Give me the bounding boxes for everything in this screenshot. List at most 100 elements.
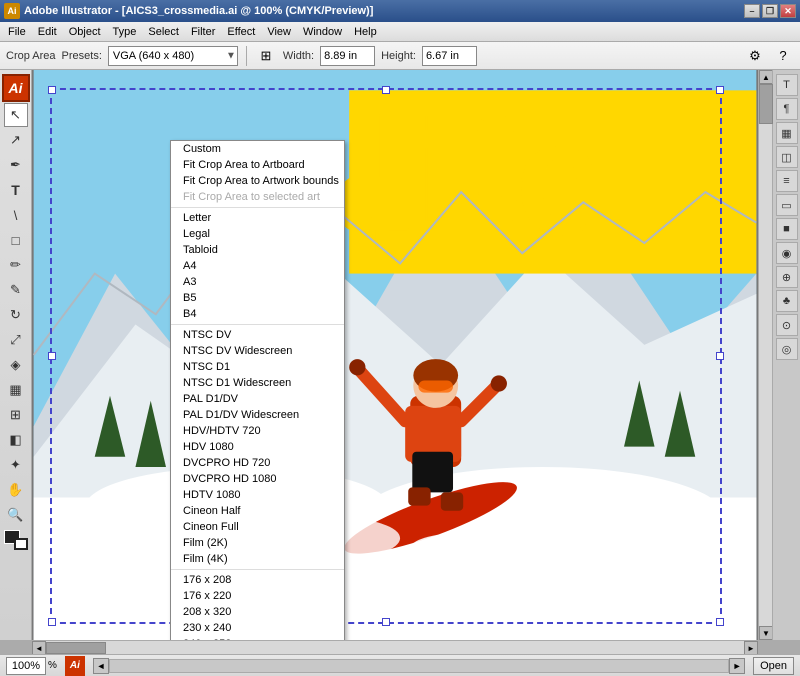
dropdown-item[interactable]: 208 x 320 bbox=[171, 604, 344, 620]
dropdown-item[interactable]: 176 x 220 bbox=[171, 588, 344, 604]
scroll-thumb-h[interactable] bbox=[46, 642, 106, 654]
menu-type[interactable]: Type bbox=[107, 24, 143, 40]
rotate-tool[interactable]: ↻ bbox=[4, 303, 28, 327]
menu-view[interactable]: View bbox=[261, 24, 297, 40]
eyedropper-tool[interactable]: ✦ bbox=[4, 453, 28, 477]
dropdown-item[interactable]: B5 bbox=[171, 290, 344, 306]
menu-select[interactable]: Select bbox=[142, 24, 185, 40]
presets-select[interactable]: VGA (640 x 480) bbox=[108, 46, 238, 66]
scroll-up-button[interactable]: ▲ bbox=[759, 70, 773, 84]
right-panel-plus-icon[interactable]: ⊕ bbox=[776, 266, 798, 288]
dropdown-item[interactable]: Letter bbox=[171, 210, 344, 226]
menu-file[interactable]: File bbox=[2, 24, 32, 40]
menu-help[interactable]: Help bbox=[348, 24, 383, 40]
column-graph-tool[interactable]: ▦ bbox=[4, 378, 28, 402]
dropdown-item[interactable]: B4 bbox=[171, 306, 344, 322]
dropdown-item[interactable]: A3 bbox=[171, 274, 344, 290]
right-panel-paragraph-icon[interactable]: ¶ bbox=[776, 98, 798, 120]
dropdown-item[interactable]: NTSC DV bbox=[171, 327, 344, 343]
dropdown-item[interactable]: 240 x 252 bbox=[171, 636, 344, 640]
paintbrush-tool[interactable]: ✏ bbox=[4, 253, 28, 277]
dropdown-item[interactable]: Cineon Full bbox=[171, 519, 344, 535]
dropdown-item[interactable]: NTSC DV Widescreen bbox=[171, 343, 344, 359]
width-input[interactable] bbox=[320, 46, 375, 66]
dropdown-item[interactable]: 230 x 240 bbox=[171, 620, 344, 636]
scroll-track-h[interactable] bbox=[46, 641, 744, 654]
scroll-down-button[interactable]: ▼ bbox=[759, 626, 773, 640]
dropdown-item[interactable]: Custom bbox=[171, 141, 344, 157]
scroll-right-button[interactable]: ► bbox=[744, 641, 758, 655]
menu-filter[interactable]: Filter bbox=[185, 24, 221, 40]
crop-icon-button[interactable]: ⊞ bbox=[255, 45, 277, 67]
window-controls: – ❐ ✕ bbox=[744, 4, 796, 18]
status-scroll-track[interactable] bbox=[109, 659, 729, 673]
close-button[interactable]: ✕ bbox=[780, 4, 796, 18]
right-panel-layers-icon[interactable]: ◎ bbox=[776, 338, 798, 360]
info-icon-button[interactable]: ? bbox=[772, 45, 794, 67]
menu-window[interactable]: Window bbox=[297, 24, 348, 40]
dropdown-item[interactable]: DVCPRO HD 720 bbox=[171, 455, 344, 471]
dropdown-item[interactable]: Cineon Half bbox=[171, 503, 344, 519]
right-panel-align-icon[interactable]: ▭ bbox=[776, 194, 798, 216]
hand-tool[interactable]: ✋ bbox=[4, 478, 28, 502]
scroll-left-button[interactable]: ◄ bbox=[32, 641, 46, 655]
type-tool[interactable]: T bbox=[4, 178, 28, 202]
dropdown-item[interactable]: DVCPRO HD 1080 bbox=[171, 471, 344, 487]
rectangle-tool[interactable]: □ bbox=[4, 228, 28, 252]
dropdown-item[interactable]: Film (4K) bbox=[171, 551, 344, 567]
dropdown-item[interactable]: A4 bbox=[171, 258, 344, 274]
right-panel-club-icon[interactable]: ♣ bbox=[776, 290, 798, 312]
dropdown-item[interactable]: Tabloid bbox=[171, 242, 344, 258]
dropdown-item[interactable]: NTSC D1 bbox=[171, 359, 344, 375]
dropdown-item[interactable]: HDV 1080 bbox=[171, 439, 344, 455]
right-panel-table-icon[interactable]: ▦ bbox=[776, 122, 798, 144]
selection-tool[interactable]: ↖ bbox=[4, 103, 28, 127]
blend-tool[interactable]: ◈ bbox=[4, 353, 28, 377]
canvas-area[interactable]: life life quo bbox=[32, 70, 758, 640]
zoom-tool[interactable]: 🔍 bbox=[4, 503, 28, 527]
dropdown-item[interactable]: PAL D1/DV bbox=[171, 391, 344, 407]
crop-area-label: Crop Area bbox=[6, 50, 56, 62]
scale-tool[interactable]: ⤢ bbox=[4, 328, 28, 352]
status-scroll-right-btn[interactable]: ► bbox=[729, 658, 745, 674]
dropdown-item[interactable]: HDV/HDTV 720 bbox=[171, 423, 344, 439]
scroll-track-v[interactable] bbox=[759, 84, 772, 626]
dropdown-item[interactable]: PAL D1/DV Widescreen bbox=[171, 407, 344, 423]
status-scroll-left-btn[interactable]: ◄ bbox=[93, 658, 109, 674]
dropdown-item[interactable]: Legal bbox=[171, 226, 344, 242]
pen-tool[interactable]: ✒ bbox=[4, 153, 28, 177]
minimize-button[interactable]: – bbox=[744, 4, 760, 18]
settings-icon-button[interactable]: ⚙ bbox=[744, 45, 766, 67]
dropdown-item[interactable]: 176 x 208 bbox=[171, 572, 344, 588]
dropdown-item[interactable]: HDTV 1080 bbox=[171, 487, 344, 503]
right-panel-lines-icon[interactable]: ≡ bbox=[776, 170, 798, 192]
ai-logo: Ai bbox=[2, 74, 30, 102]
dropdown-item[interactable]: Film (2K) bbox=[171, 535, 344, 551]
line-tool[interactable]: \ bbox=[4, 203, 28, 227]
scroll-thumb-v[interactable] bbox=[759, 84, 773, 124]
app-icon: Ai bbox=[4, 3, 20, 19]
toolbar-separator-1 bbox=[246, 46, 247, 66]
stroke-swatch[interactable] bbox=[14, 538, 28, 550]
menu-edit[interactable]: Edit bbox=[32, 24, 63, 40]
restore-button[interactable]: ❐ bbox=[762, 4, 778, 18]
right-panel-circle-icon[interactable]: ◉ bbox=[776, 242, 798, 264]
menu-object[interactable]: Object bbox=[63, 24, 107, 40]
dropdown-item[interactable]: Fit Crop Area to Artboard bbox=[171, 157, 344, 173]
right-panel-swatch-icon[interactable]: ■ bbox=[776, 218, 798, 240]
right-panel-target-icon[interactable]: ⊙ bbox=[776, 314, 798, 336]
direct-selection-tool[interactable]: ↗ bbox=[4, 128, 28, 152]
mesh-tool[interactable]: ⊞ bbox=[4, 403, 28, 427]
right-panel-panel4-icon[interactable]: ◫ bbox=[776, 146, 798, 168]
window-title: Adobe Illustrator - [AICS3_crossmedia.ai… bbox=[24, 5, 744, 17]
pencil-tool[interactable]: ✎ bbox=[4, 278, 28, 302]
gradient-tool[interactable]: ◧ bbox=[4, 428, 28, 452]
open-button[interactable]: Open bbox=[753, 657, 794, 675]
dropdown-item[interactable]: Fit Crop Area to Artwork bounds bbox=[171, 173, 344, 189]
height-input[interactable] bbox=[422, 46, 477, 66]
menu-effect[interactable]: Effect bbox=[221, 24, 261, 40]
dropdown-item[interactable]: NTSC D1 Widescreen bbox=[171, 375, 344, 391]
right-panel-type-icon[interactable]: T bbox=[776, 74, 798, 96]
status-bar: % Ai ◄ ► Open bbox=[0, 654, 800, 676]
zoom-input[interactable] bbox=[6, 657, 46, 675]
